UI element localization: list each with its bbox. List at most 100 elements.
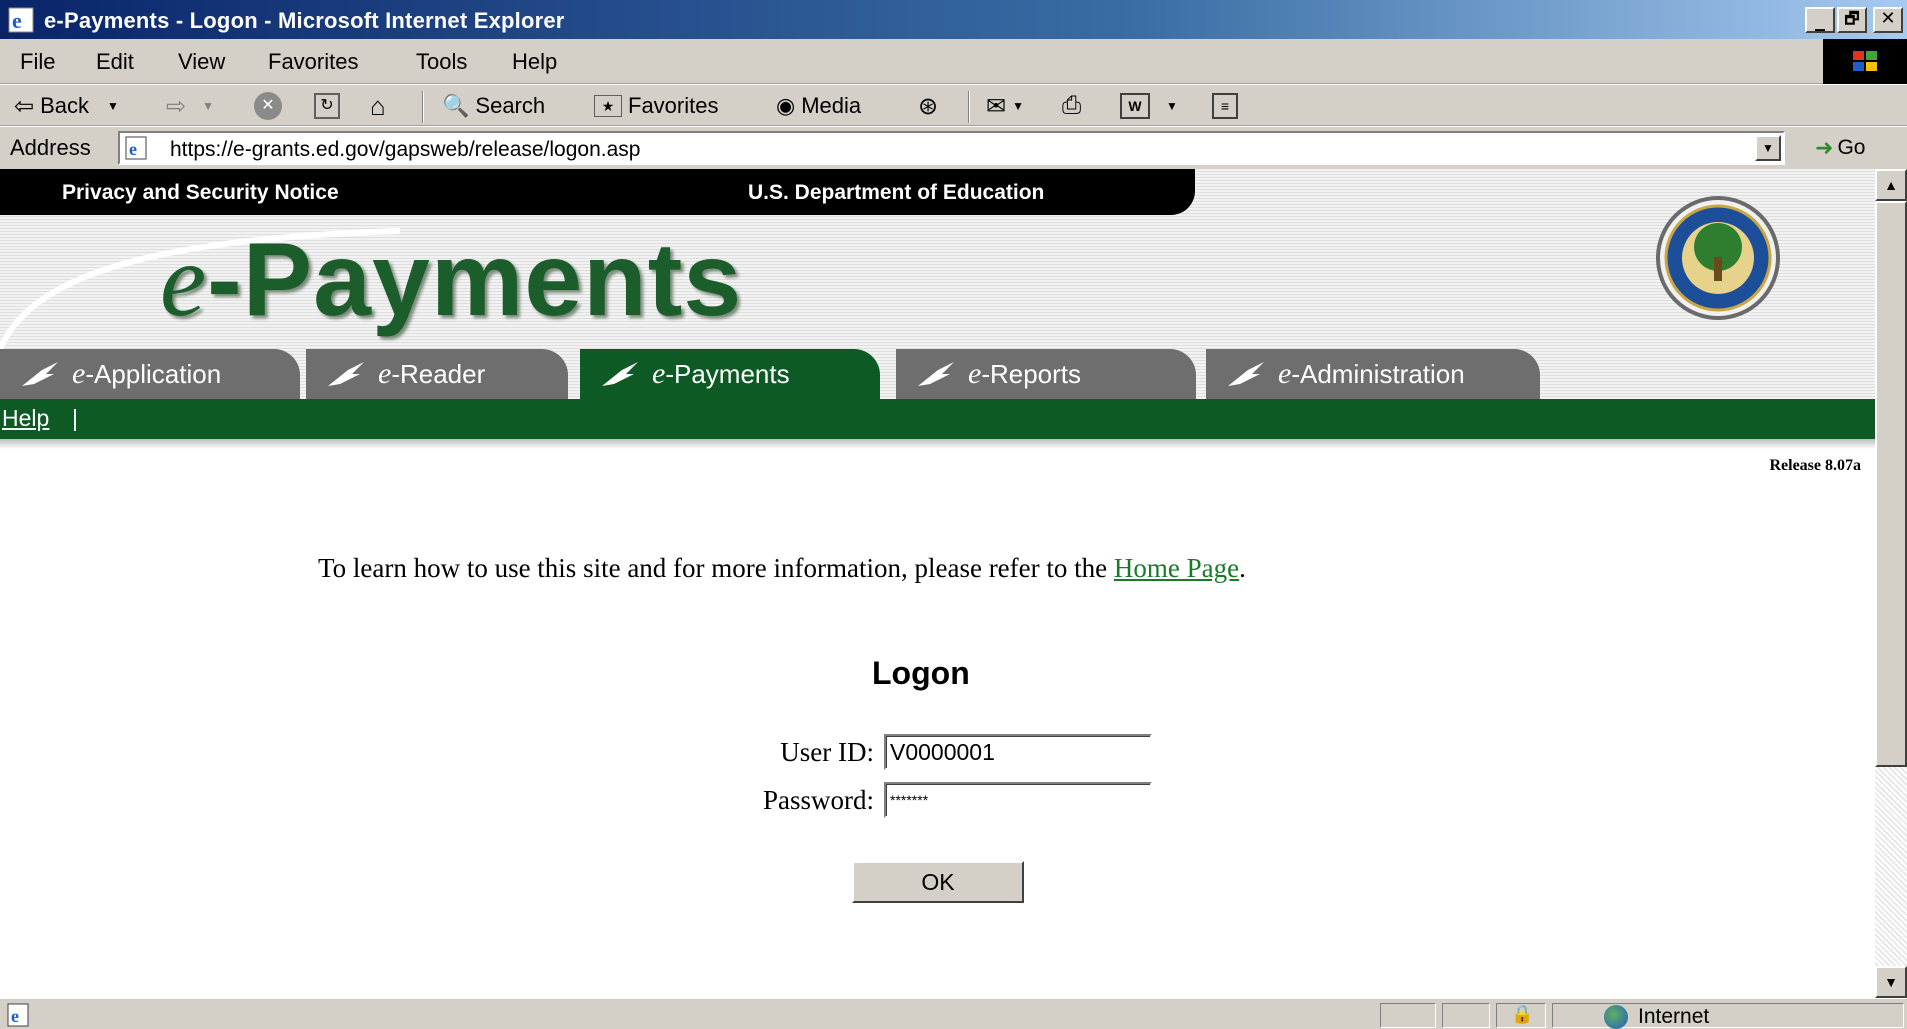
- zone-label: Internet: [1638, 1005, 1710, 1028]
- mail-icon: ✉: [986, 92, 1007, 120]
- windows-logo: [1823, 39, 1907, 84]
- refresh-icon: ↻: [314, 93, 340, 119]
- discuss-button[interactable]: ≡: [1212, 91, 1238, 121]
- address-field[interactable]: e https://e-grants.ed.gov/gapsweb/releas…: [118, 131, 1785, 165]
- menu-file[interactable]: File: [20, 49, 55, 75]
- scroll-up-button[interactable]: ▲: [1875, 169, 1907, 201]
- svg-text:e: e: [129, 139, 137, 159]
- lock-icon: 🔒: [1511, 1004, 1534, 1024]
- page-viewport: Privacy and Security Notice U.S. Departm…: [0, 169, 1875, 998]
- page-icon: e: [125, 136, 147, 160]
- tab-label: -Administration: [1291, 358, 1465, 389]
- forward-button[interactable]: ⇨ ▼: [166, 91, 214, 121]
- department-seal-icon: [1656, 196, 1780, 320]
- browser-window: e e-Payments - Logon - Microsoft Interne…: [0, 0, 1907, 1029]
- edit-button[interactable]: W ▼: [1120, 91, 1178, 121]
- tab-e: e: [1278, 357, 1292, 390]
- scroll-down-button[interactable]: ▼: [1875, 966, 1907, 998]
- print-button[interactable]: ⎙: [1062, 91, 1081, 121]
- chevron-up-icon: ▲: [1884, 177, 1898, 193]
- stop-button[interactable]: ✕: [254, 91, 282, 121]
- go-arrow-icon: ➜: [1815, 135, 1834, 160]
- forward-arrow-icon: ⇨: [166, 92, 187, 120]
- back-button[interactable]: ⇦ Back ▼: [14, 91, 119, 121]
- chevron-down-icon: ▼: [1762, 141, 1774, 155]
- secure-lock-cell: 🔒: [1496, 1003, 1546, 1028]
- eagle-icon: [328, 362, 364, 386]
- window-title: e-Payments - Logon - Microsoft Internet …: [44, 8, 565, 33]
- close-button[interactable]: ✕: [1873, 7, 1903, 33]
- help-link[interactable]: Help: [2, 405, 49, 432]
- header-banner: Privacy and Security Notice U.S. Departm…: [0, 169, 1875, 399]
- menu-favorites[interactable]: Favorites: [268, 49, 358, 75]
- tab-reports[interactable]: e -Reports: [896, 349, 1196, 399]
- menu-view[interactable]: View: [178, 49, 225, 75]
- privacy-notice-link[interactable]: Privacy and Security Notice: [62, 181, 339, 205]
- user-id-input[interactable]: [884, 734, 1152, 770]
- tab-e: e: [968, 357, 982, 390]
- module-tabs: e -Application e -Reader e -Payments e -Repo…: [0, 349, 1540, 399]
- media-label: Media: [801, 93, 862, 118]
- search-icon: 🔍: [442, 93, 470, 118]
- home-page-link[interactable]: Home Page: [1114, 553, 1239, 583]
- eagle-icon: [22, 362, 58, 386]
- eagle-icon: [918, 362, 954, 386]
- vertical-scrollbar[interactable]: ▲ ▼: [1875, 169, 1907, 998]
- go-button[interactable]: ➜ Go: [1815, 135, 1865, 161]
- release-label: Release 8.07a: [1769, 457, 1861, 474]
- tab-payments[interactable]: e -Payments: [580, 349, 880, 399]
- toolbar-separator: [422, 91, 424, 123]
- media-button[interactable]: ◉ Media: [776, 91, 861, 121]
- menu-edit[interactable]: Edit: [96, 49, 134, 75]
- refresh-button[interactable]: ↻: [314, 91, 340, 121]
- tab-administration[interactable]: e -Administration: [1206, 349, 1540, 399]
- status-cell: [1380, 1003, 1436, 1028]
- search-button[interactable]: 🔍 Search: [442, 91, 545, 121]
- tab-application[interactable]: e -Application: [0, 349, 300, 399]
- page-status-icon: e: [7, 1003, 29, 1027]
- history-button[interactable]: ⊛: [918, 91, 938, 121]
- stop-icon: ✕: [254, 92, 282, 120]
- home-button[interactable]: ⌂: [370, 91, 386, 121]
- menu-tools[interactable]: Tools: [416, 49, 467, 75]
- toolbar: ⇦ Back ▼ ⇨ ▼ ✕ ↻ ⌂ 🔍 Search ★ Favorites …: [0, 84, 1907, 126]
- tab-label: -Application: [85, 358, 222, 389]
- windows-flag-icon: [1853, 51, 1877, 71]
- globe-icon: [1604, 1005, 1628, 1029]
- title-bar: e e-Payments - Logon - Microsoft Interne…: [0, 0, 1907, 39]
- go-label: Go: [1837, 136, 1866, 159]
- svg-text:e: e: [11, 1006, 19, 1026]
- mail-button[interactable]: ✉ ▼: [986, 91, 1024, 121]
- favorites-label: Favorites: [628, 93, 719, 118]
- nav-shadow: [0, 439, 1875, 449]
- epayments-logo: e-Payments: [160, 221, 742, 340]
- tab-label: -Reports: [981, 358, 1082, 389]
- logon-heading: Logon: [872, 655, 970, 691]
- user-id-label: User ID:: [780, 737, 874, 767]
- nav-bar: Help |: [0, 399, 1875, 439]
- restore-button[interactable]: 🗗: [1837, 7, 1867, 33]
- address-dropdown[interactable]: ▼: [1755, 135, 1781, 161]
- menu-bar: File Edit View Favorites Tools Help: [0, 39, 1907, 84]
- chevron-down-icon: ▼: [1012, 99, 1024, 113]
- internet-explorer-icon: e: [8, 7, 34, 33]
- tab-label: -Payments: [665, 358, 790, 389]
- status-cell: [1442, 1003, 1490, 1028]
- tab-e: e: [652, 357, 666, 390]
- chevron-down-icon: ▼: [202, 99, 214, 113]
- ok-button[interactable]: OK: [852, 861, 1024, 903]
- menu-help[interactable]: Help: [512, 49, 557, 75]
- tab-label: -Reader: [391, 358, 486, 389]
- status-bar: e 🔒 Internet: [0, 998, 1907, 1029]
- chevron-down-icon: ▼: [1884, 974, 1898, 990]
- address-label: Address: [10, 135, 91, 160]
- top-black-bar: Privacy and Security Notice U.S. Departm…: [0, 169, 1195, 215]
- tab-reader[interactable]: e -Reader: [306, 349, 568, 399]
- favorites-button[interactable]: ★ Favorites: [594, 91, 718, 121]
- password-input[interactable]: [884, 782, 1152, 818]
- back-label: Back: [40, 93, 90, 118]
- minimize-button[interactable]: _: [1805, 7, 1835, 33]
- eagle-icon: [1228, 362, 1264, 386]
- scroll-thumb[interactable]: [1875, 201, 1907, 767]
- chevron-down-icon: ▼: [1166, 99, 1178, 113]
